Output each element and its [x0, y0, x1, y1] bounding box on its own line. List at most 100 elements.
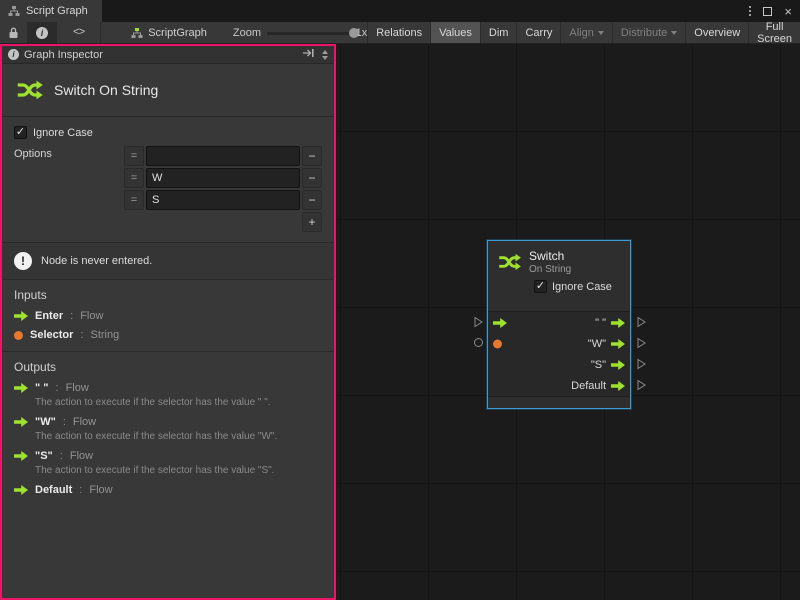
warning-banner: ! Node is never entered.: [2, 242, 334, 280]
output-port-row: " " : Flow: [14, 382, 322, 394]
graph-breadcrumb[interactable]: ScriptGraph: [131, 22, 207, 43]
flow-port-icon: [14, 451, 28, 461]
flow-port-icon: [493, 318, 507, 328]
flow-port-icon[interactable]: [611, 339, 625, 349]
tab-label: Script Graph: [26, 5, 88, 17]
window-controls: ×: [749, 0, 800, 22]
drag-handle-icon[interactable]: =: [124, 146, 144, 166]
info-icon: i: [36, 27, 48, 39]
port-label: "W": [588, 338, 606, 350]
node-type-title: Switch On String: [54, 82, 158, 98]
inspector-header-label: Graph Inspector: [24, 49, 103, 61]
input-port-row: Selector : String: [14, 329, 322, 341]
switch-on-string-node[interactable]: Switch On String ✓ Ignore Case " ": [487, 240, 631, 409]
inspector-toggle-button[interactable]: i: [28, 22, 57, 43]
maximize-icon[interactable]: [763, 7, 772, 16]
output-port-row: "W" : Flow: [14, 416, 322, 428]
input-port-row: Enter : Flow: [14, 310, 322, 322]
fullscreen-button[interactable]: Full Screen: [748, 22, 800, 43]
relations-button[interactable]: Relations: [367, 22, 430, 43]
add-option-button[interactable]: +: [302, 212, 322, 232]
titlebar: Script Graph ×: [0, 0, 800, 22]
node-port-row: "W": [488, 333, 630, 354]
selector-port[interactable]: [493, 339, 502, 348]
flow-port-icon[interactable]: [611, 318, 625, 328]
dock-icon[interactable]: [302, 48, 315, 61]
flow-port-icon: [14, 383, 28, 393]
flow-port-icon: [14, 417, 28, 427]
output-port-row: Default : Flow: [14, 484, 322, 496]
code-view-button[interactable]: <>: [57, 22, 101, 43]
option-row: = −: [124, 190, 322, 210]
port-description: The action to execute if the selector ha…: [35, 396, 322, 409]
drag-handle-icon[interactable]: =: [124, 168, 144, 188]
align-button[interactable]: Align: [560, 22, 611, 43]
script-graph-window: Script Graph × i <>: [0, 0, 800, 600]
zoom-slider-knob[interactable]: [349, 28, 359, 38]
node-footer: [488, 396, 630, 408]
lock-button[interactable]: [0, 22, 28, 43]
toolbar-button-group: Relations Values Dim Carry Align Distrib…: [367, 22, 800, 43]
node-header: Switch On String ✓ Ignore Case: [488, 241, 630, 311]
ignore-case-checkbox[interactable]: ✓ Ignore Case: [14, 126, 322, 139]
switch-icon: [496, 249, 522, 275]
checkbox: ✓: [534, 280, 547, 293]
option-input[interactable]: [146, 190, 300, 210]
port-description: The action to execute if the selector ha…: [35, 430, 322, 443]
scrubber-icon[interactable]: [320, 50, 330, 60]
dim-button[interactable]: Dim: [480, 22, 517, 43]
inspector-title-row: Switch On String: [2, 64, 334, 116]
zoom-slider[interactable]: [267, 22, 350, 44]
flow-port-icon[interactable]: [611, 381, 625, 391]
inspector-header: i Graph Inspector: [2, 46, 334, 64]
carry-button[interactable]: Carry: [516, 22, 560, 43]
port-label: " ": [595, 317, 606, 329]
port-circle-icon[interactable]: [474, 338, 483, 347]
value-port-icon: [493, 339, 502, 348]
drag-handle-icon[interactable]: =: [124, 190, 144, 210]
port-triangle-icon[interactable]: [637, 358, 646, 373]
values-button[interactable]: Values: [430, 22, 480, 43]
option-row: = −: [124, 146, 322, 166]
flow-port-icon: [14, 485, 28, 495]
node-port-row: Default: [488, 375, 630, 396]
inspector-properties: ✓ Ignore Case Options = − = −: [2, 117, 334, 242]
graph-name-label: ScriptGraph: [148, 27, 207, 39]
output-port-row: "S" : Flow: [14, 450, 322, 462]
enter-port[interactable]: [493, 318, 507, 328]
flow-port-icon: [14, 311, 28, 321]
node-ignore-case-checkbox[interactable]: ✓ Ignore Case: [534, 280, 622, 293]
code-icon: <>: [73, 27, 84, 39]
switch-icon: [14, 75, 44, 105]
info-icon: i: [8, 49, 19, 60]
tab-script-graph[interactable]: Script Graph: [0, 0, 102, 22]
port-triangle-icon[interactable]: [637, 337, 646, 352]
distribute-button[interactable]: Distribute: [612, 22, 685, 43]
remove-option-button[interactable]: −: [302, 146, 322, 166]
option-input[interactable]: [146, 168, 300, 188]
inputs-section: Inputs Enter : Flow Selector : String: [2, 280, 334, 351]
menu-icon[interactable]: [749, 6, 751, 16]
remove-option-button[interactable]: −: [302, 168, 322, 188]
remove-option-button[interactable]: −: [302, 190, 322, 210]
port-description: The action to execute if the selector ha…: [35, 464, 322, 477]
script-graph-icon: [131, 27, 143, 39]
outputs-header: Outputs: [14, 360, 322, 374]
node-subtitle: On String: [529, 264, 571, 275]
port-label: "S": [591, 359, 606, 371]
close-icon[interactable]: ×: [784, 5, 792, 18]
caret-down-icon: [671, 31, 677, 35]
options-label: Options: [14, 146, 124, 232]
port-triangle-icon[interactable]: [637, 316, 646, 331]
port-triangle-icon[interactable]: [474, 316, 483, 331]
checkbox: ✓: [14, 126, 27, 139]
outputs-section: Outputs " " : Flow The action to execute…: [2, 352, 334, 506]
port-triangle-icon[interactable]: [637, 379, 646, 394]
node-title: Switch: [529, 249, 571, 263]
flow-port-icon[interactable]: [611, 360, 625, 370]
option-input[interactable]: [146, 146, 300, 166]
toolbar: i <> ScriptGraph Zoom 1x Relations Value…: [0, 22, 800, 44]
overview-button[interactable]: Overview: [685, 22, 748, 43]
warning-text: Node is never entered.: [41, 255, 152, 267]
zoom-label: Zoom: [233, 22, 261, 43]
